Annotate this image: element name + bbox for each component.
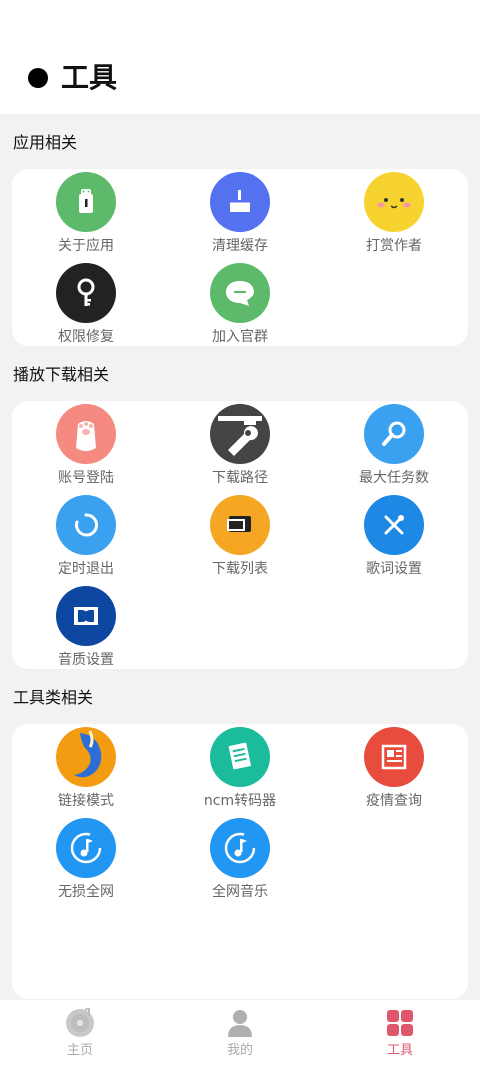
nav-home[interactable]: 主页 bbox=[40, 1006, 120, 1060]
item-label: 疫情查询 bbox=[366, 793, 422, 809]
spanner-icon bbox=[364, 404, 424, 464]
item-about-app[interactable]: 关于应用 bbox=[16, 172, 156, 256]
item-label: 定时退出 bbox=[58, 561, 114, 577]
item-label: 账号登陆 bbox=[58, 470, 114, 486]
item-label: 加入官群 bbox=[212, 329, 268, 345]
item-download-list[interactable]: 下载列表 bbox=[170, 495, 310, 579]
newspaper-icon bbox=[364, 727, 424, 787]
item-label: 无损全网 bbox=[58, 884, 114, 900]
item-audio-quality[interactable]: 音质设置 bbox=[16, 586, 156, 670]
nav-label: 我的 bbox=[226, 1043, 253, 1058]
wrench-icon bbox=[210, 404, 270, 464]
card-app: 关于应用 清理缓存 打赏作者 权限修复 加入官群 bbox=[12, 169, 468, 346]
item-join-group[interactable]: 加入官群 bbox=[170, 263, 310, 347]
folder-icon bbox=[210, 495, 270, 555]
item-epidemic-query[interactable]: 疫情查询 bbox=[324, 727, 464, 811]
title-dot-icon bbox=[28, 68, 48, 88]
timer-icon bbox=[56, 495, 116, 555]
item-label: 歌词设置 bbox=[366, 561, 422, 577]
item-label: 打赏作者 bbox=[366, 238, 422, 254]
nav-tools[interactable]: 工具 bbox=[360, 1008, 440, 1060]
nav-label: 主页 bbox=[66, 1043, 93, 1058]
item-link-mode[interactable]: 链接模式 bbox=[16, 727, 156, 811]
item-permission-fix[interactable]: 权限修复 bbox=[16, 263, 156, 347]
item-label: 下载路径 bbox=[212, 470, 268, 486]
item-label: 权限修复 bbox=[58, 329, 114, 345]
item-label: 链接模式 bbox=[58, 793, 114, 809]
app-header: 工具 bbox=[0, 0, 480, 114]
item-lossless-network[interactable]: 无损全网 bbox=[16, 818, 156, 902]
card-playback-download: 账号登陆 下载路径 最大任务数 定时退出 下载列表 歌词设置 音质设置 bbox=[12, 401, 468, 669]
page-title: 工具 bbox=[61, 61, 118, 94]
broom-icon bbox=[210, 172, 270, 232]
item-lyrics-settings[interactable]: 歌词设置 bbox=[324, 495, 464, 579]
chat-bubble-icon bbox=[210, 263, 270, 323]
section-title-tools: 工具类相关 bbox=[13, 688, 94, 707]
document-icon bbox=[210, 727, 270, 787]
person-icon bbox=[225, 1008, 255, 1038]
android-icon bbox=[56, 172, 116, 232]
item-label: ncm转码器 bbox=[203, 793, 277, 809]
item-max-tasks[interactable]: 最大任务数 bbox=[324, 404, 464, 488]
item-clear-cache[interactable]: 清理缓存 bbox=[170, 172, 310, 256]
item-timer-exit[interactable]: 定时退出 bbox=[16, 495, 156, 579]
nav-mine[interactable]: 我的 bbox=[200, 1008, 280, 1060]
card-tools: 链接模式 ncm转码器 疫情查询 无损全网 全网音乐 bbox=[12, 724, 468, 999]
item-label: 最大任务数 bbox=[359, 470, 429, 486]
music-note-icon bbox=[210, 818, 270, 878]
item-label: 下载列表 bbox=[212, 561, 268, 577]
item-label: 清理缓存 bbox=[212, 238, 268, 254]
smiley-face-icon bbox=[364, 172, 424, 232]
section-title-playback-download: 播放下载相关 bbox=[13, 365, 110, 384]
item-ncm-converter[interactable]: ncm转码器 bbox=[170, 727, 310, 811]
firefox-icon bbox=[56, 727, 116, 787]
bottom-nav: 主页 我的 工具 bbox=[0, 1000, 480, 1072]
tools-icon bbox=[364, 495, 424, 555]
grid-icon bbox=[385, 1008, 415, 1038]
item-download-path[interactable]: 下载路径 bbox=[170, 404, 310, 488]
paw-icon bbox=[56, 404, 116, 464]
item-network-music[interactable]: 全网音乐 bbox=[170, 818, 310, 902]
music-note-icon bbox=[56, 818, 116, 878]
item-tip-author[interactable]: 打赏作者 bbox=[324, 172, 464, 256]
item-account-login[interactable]: 账号登陆 bbox=[16, 404, 156, 488]
dolby-icon bbox=[56, 586, 116, 646]
key-icon bbox=[56, 263, 116, 323]
section-title-app: 应用相关 bbox=[13, 133, 78, 152]
nav-label: 工具 bbox=[386, 1043, 413, 1058]
item-label: 全网音乐 bbox=[212, 884, 268, 900]
item-label: 音质设置 bbox=[58, 652, 114, 668]
item-label: 关于应用 bbox=[58, 238, 114, 254]
disc-icon bbox=[65, 1006, 95, 1038]
